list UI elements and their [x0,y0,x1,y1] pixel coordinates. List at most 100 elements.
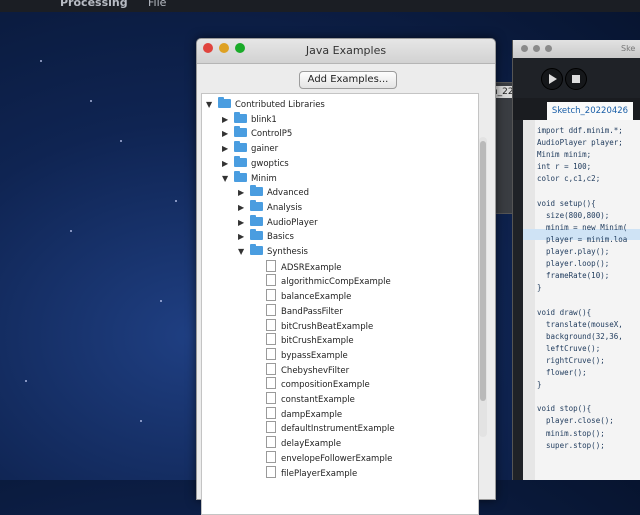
file-icon [266,465,276,478]
tree-item-label: filePlayerExample [281,468,358,479]
tree-item-label: bitCrushExample [281,336,354,347]
file-icon [266,377,276,390]
tree-folder-item[interactable]: ▼ Contributed Libraries [206,97,325,112]
tree-item-label: AudioPlayer [267,217,318,228]
tree-example-item[interactable]: constantExample [254,392,355,406]
stop-icon [572,75,580,83]
code-line: size(800,800); [537,210,610,220]
tree-example-item[interactable]: filePlayerExample [254,465,358,480]
tree-folder-item[interactable]: ▶ blink1 [222,111,277,127]
folder-icon [234,141,247,153]
file-icon [266,318,276,331]
code-line: import ddf.minim.*; [537,126,623,135]
file-icon [266,289,276,302]
code-line: void stop(){ [537,404,592,414]
tree-example-item[interactable]: ChebyshevFilter [254,362,350,377]
scrollbar-thumb[interactable] [480,141,486,401]
disclosure-collapsed-icon[interactable]: ▶ [222,142,234,156]
code-line: } [537,283,542,293]
tree-item-label: BandPassFilter [281,306,343,317]
tree-example-item[interactable]: BandPassFilter [254,303,343,318]
run-button[interactable] [541,68,563,90]
code-line: } [537,380,542,390]
disclosure-collapsed-icon[interactable]: ▶ [238,216,250,230]
code-line: flower(); [537,368,587,377]
code-editor[interactable]: import ddf.minim.*; AudioPlayer player; Mi… [523,120,640,480]
disclosure-collapsed-icon[interactable]: ▶ [238,230,250,244]
minimize-button[interactable] [533,45,540,52]
tree-item-label: constantExample [281,395,355,405]
tree-example-item[interactable]: bitCrushExample [254,333,354,347]
star [70,230,72,232]
tab-sketch[interactable]: Sketch_20220426 [547,102,633,120]
tree-item-label: dampExample [281,409,343,420]
tree-example-item[interactable]: bypassExample [254,347,348,362]
disclosure-collapsed-icon[interactable]: ▶ [222,113,234,127]
disclosure-expanded-icon[interactable]: ▼ [222,172,234,186]
tree-item-label: gainer [251,144,279,155]
code-line: super.stop(); [537,440,605,450]
sketch-window-title: Ske [621,44,636,53]
tree-item-label: Analysis [267,202,303,213]
code-line: Minim minim; [537,150,592,160]
tree-example-item[interactable]: defaultInstrumentExample [254,421,395,435]
star [160,300,162,302]
code-line: player.loop(); [537,259,610,269]
tree-example-item[interactable]: balanceExample [254,289,351,303]
add-examples-button[interactable]: Add Examples... [299,71,397,89]
tree-folder-item[interactable]: ▶ gwoptics [222,155,289,171]
close-button[interactable] [521,45,528,52]
tree-scrollbar[interactable] [479,137,487,437]
code-line: background(32,36, [537,331,623,341]
code-line: player.play(); [537,247,610,256]
tree-folder-item[interactable]: ▼ Minim [222,170,277,186]
tree-item-label: balanceExample [281,292,352,303]
code-line: color c,c1,c2; [537,174,601,184]
disclosure-collapsed-icon[interactable]: ▶ [238,201,250,215]
menu-bar: Processing File [0,0,640,12]
tree-folder-item[interactable]: ▶ AudioPlayer [238,214,318,230]
tree-folder-item[interactable]: ▶ ControlP5 [222,126,292,141]
disclosure-collapsed-icon[interactable]: ▶ [222,127,234,141]
file-icon [266,333,276,346]
menu-file[interactable]: File [148,0,166,8]
folder-icon [234,170,247,182]
tree-example-item[interactable]: envelopeFollowerExample [254,450,393,465]
tree-example-item[interactable]: bitCrushBeatExample [254,318,374,333]
tree-item-label: Basics [267,232,294,243]
code-line: leftCruve(); [537,343,601,353]
tree-example-item[interactable]: algorithmicCompExample [254,274,391,288]
tree-folder-item[interactable]: ▼ Synthesis [238,244,308,259]
code-line: int r = 100; [537,162,592,172]
code-line: void setup(){ [537,198,596,208]
zoom-button[interactable] [545,45,552,52]
tree-folder-item[interactable]: ▶ Basics [238,229,294,244]
tree-example-item[interactable]: delayExample [254,436,341,450]
tree-item-label: bitCrushBeatExample [281,321,374,332]
tree-item-label: gwoptics [251,158,289,169]
tree-example-item[interactable]: ADSRExample [254,259,342,274]
tree-example-item[interactable]: dampExample [254,406,343,421]
disclosure-expanded-icon[interactable]: ▼ [238,245,250,259]
tree-example-item[interactable]: compositionExample [254,377,370,391]
star [120,140,122,142]
folder-icon [234,155,247,167]
disclosure-expanded-icon[interactable]: ▼ [206,98,218,112]
code-line: player = minim.loa [537,234,628,244]
code-line: AudioPlayer player; [537,138,623,148]
tree-folder-item[interactable]: ▶ Analysis [238,199,303,215]
line-gutter [523,120,535,480]
stop-button[interactable] [565,68,587,90]
sketch-titlebar: Ske [513,40,640,58]
disclosure-collapsed-icon[interactable]: ▶ [222,157,234,171]
tree-item-label: ChebyshevFilter [281,365,350,376]
tree-item-label: ADSRExample [281,262,342,273]
tree-folder-item[interactable]: ▶ gainer [222,141,279,156]
examples-titlebar: Java Examples [197,39,495,64]
tree-item-label: envelopeFollowerExample [281,453,393,464]
code-line: translate(mouseX, [537,319,623,329]
tree-folder-item[interactable]: ▶ Advanced [238,185,309,200]
menu-app-name[interactable]: Processing [60,0,128,8]
disclosure-collapsed-icon[interactable]: ▶ [238,186,250,200]
folder-icon [250,185,263,197]
